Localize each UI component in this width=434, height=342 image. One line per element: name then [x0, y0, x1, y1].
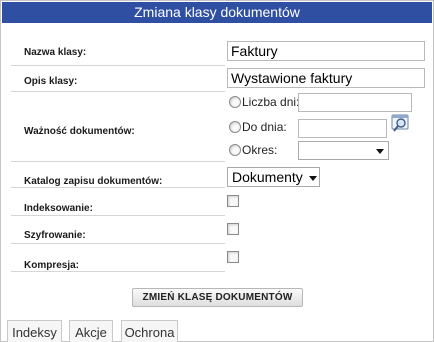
separator — [11, 271, 225, 272]
catalog-select[interactable]: Dokumenty — [227, 167, 320, 187]
separator — [11, 187, 225, 188]
radio-date[interactable] — [229, 121, 241, 133]
separator — [11, 91, 225, 92]
separator — [11, 243, 225, 244]
class-name-input[interactable]: Faktury — [227, 41, 425, 61]
dialog-frame: Zmiana klasy dokumentów Nazwa klasy: Fak… — [0, 0, 434, 342]
tab-indeksy[interactable]: Indeksy — [7, 320, 62, 342]
radio-date-label: Do dnia: — [242, 120, 287, 134]
change-class-button[interactable]: ZMIEŃ KLASĘ DOKUMENTÓW — [132, 288, 303, 307]
indexing-checkbox[interactable] — [227, 195, 239, 207]
radio-date-option[interactable]: Do dnia: — [229, 119, 287, 135]
radio-period-option[interactable]: Okres: — [229, 142, 277, 158]
class-desc-label: Opis klasy: — [24, 76, 78, 87]
catalog-select-value: Dokumenty — [232, 169, 303, 185]
separator — [11, 65, 225, 66]
separator — [11, 215, 225, 216]
period-select[interactable] — [298, 141, 389, 160]
class-name-label: Nazwa klasy: — [24, 47, 87, 58]
tab-akcje[interactable]: Akcje — [69, 320, 113, 342]
chevron-down-icon — [376, 149, 384, 154]
compression-label: Kompresja: — [24, 260, 80, 271]
radio-period[interactable] — [229, 144, 241, 156]
indexing-label: Indeksowanie: — [24, 203, 93, 214]
radio-days-label: Liczba dni: — [242, 95, 300, 109]
tab-ochrona[interactable]: Ochrona — [121, 320, 178, 342]
magnifier-calendar-icon[interactable] — [391, 114, 411, 134]
days-count-input[interactable] — [298, 93, 412, 112]
encryption-checkbox[interactable] — [227, 223, 239, 235]
separator — [11, 161, 225, 162]
dialog-title: Zmiana klasy dokumentów — [2, 2, 432, 23]
radio-period-label: Okres: — [242, 143, 278, 157]
validity-label: Ważność dokumentów: — [24, 126, 135, 137]
encryption-label: Szyfrowanie: — [24, 230, 86, 241]
date-input[interactable] — [298, 119, 387, 138]
class-desc-input[interactable]: Wystawione faktury — [227, 68, 425, 88]
radio-days-option[interactable]: Liczba dni: — [229, 94, 299, 110]
catalog-label: Katalog zapisu dokumentów: — [24, 176, 163, 187]
compression-checkbox[interactable] — [227, 251, 239, 263]
radio-days[interactable] — [229, 96, 241, 108]
chevron-down-icon — [309, 176, 317, 181]
